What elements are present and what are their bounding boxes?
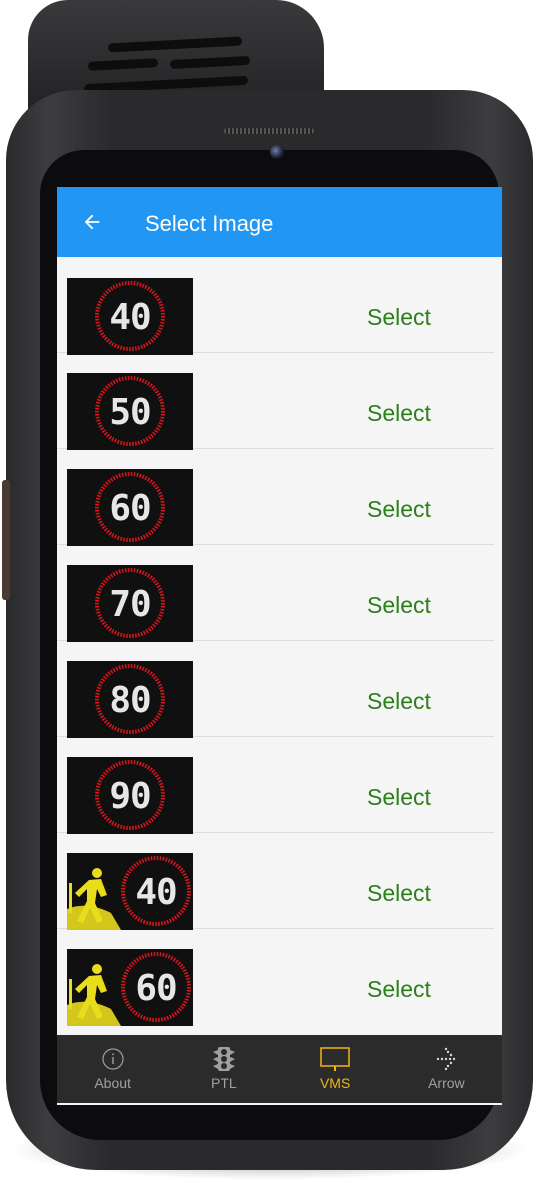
tab-label: VMS — [319, 1075, 351, 1091]
arrow-board-icon — [437, 1047, 456, 1071]
info-icon — [102, 1048, 124, 1070]
traffic-light-icon — [212, 1047, 235, 1071]
sign-graphic: 40 — [95, 281, 165, 351]
list-item[interactable]: 40 Select — [57, 257, 494, 355]
sign-number: 60 — [135, 968, 176, 1009]
tab-arrow[interactable]: Arrow — [391, 1035, 502, 1103]
list-item[interactable]: 40 Select — [57, 833, 494, 930]
list-item[interactable]: 50 Select — [57, 353, 494, 450]
image-list: 40 Select 50 Select 60 Select 70 Select 80 Select… — [57, 257, 502, 1026]
side-button — [2, 480, 10, 600]
sign-graphic: 70 — [95, 568, 165, 638]
page-title: Select Image — [145, 211, 274, 236]
sign-graphic: 40 — [67, 856, 191, 930]
select-button[interactable]: Select — [367, 400, 431, 427]
front-camera — [270, 145, 284, 159]
back-button[interactable] — [73, 203, 111, 241]
select-button[interactable]: Select — [367, 304, 431, 331]
sign-graphic: 90 — [95, 760, 165, 830]
list-item[interactable]: 70 Select — [57, 545, 494, 642]
screen: Select Image 40 Select 50 Select 60 Select 70 S… — [57, 187, 502, 1105]
roadworks-speed-sign-image: 60 — [67, 949, 193, 1026]
select-button[interactable]: Select — [367, 976, 431, 1003]
select-button[interactable]: Select — [367, 784, 431, 811]
sign-graphic: 80 — [95, 664, 165, 734]
sign-graphic: 50 — [95, 376, 165, 446]
tab-label: PTL — [211, 1075, 237, 1091]
speed-sign-image: 60 — [67, 469, 193, 546]
worker-figure-icon — [67, 868, 121, 930]
bottom-nav: About PTL VMS Arrow — [57, 1035, 502, 1103]
app-bar: Select Image — [57, 187, 502, 257]
select-button[interactable]: Select — [367, 688, 431, 715]
vms-board-icon — [320, 1047, 350, 1071]
list-item[interactable]: 60 Select — [57, 449, 494, 546]
worker-figure-icon — [67, 964, 121, 1026]
tab-ptl[interactable]: PTL — [168, 1035, 279, 1103]
list-item[interactable]: 60 Select — [57, 929, 494, 1026]
sign-number: 40 — [135, 872, 176, 913]
earpiece — [224, 128, 314, 134]
sign-number: 40 — [109, 297, 150, 338]
back-arrow-icon — [84, 214, 100, 230]
sign-number: 60 — [109, 488, 150, 529]
speed-sign-image: 90 — [67, 757, 193, 834]
list-item[interactable]: 80 Select — [57, 641, 494, 738]
speed-sign-image: 40 — [67, 278, 193, 355]
sign-number: 50 — [109, 392, 150, 433]
speed-sign-image: 80 — [67, 661, 193, 738]
list-item[interactable]: 90 Select — [57, 737, 494, 834]
select-button[interactable]: Select — [367, 496, 431, 523]
roadworks-speed-sign-image: 40 — [67, 853, 193, 930]
sign-number: 90 — [109, 776, 150, 817]
select-button[interactable]: Select — [367, 592, 431, 619]
sign-graphic: 60 — [95, 472, 165, 542]
select-button[interactable]: Select — [367, 880, 431, 907]
speed-sign-image: 50 — [67, 373, 193, 450]
sign-number: 70 — [109, 584, 150, 625]
tab-label: Arrow — [428, 1075, 465, 1091]
tab-vms[interactable]: VMS — [280, 1035, 391, 1103]
tab-about[interactable]: About — [57, 1035, 168, 1103]
speed-sign-image: 70 — [67, 565, 193, 642]
tab-label: About — [94, 1075, 131, 1091]
sign-graphic: 60 — [67, 952, 191, 1026]
sign-number: 80 — [109, 680, 150, 721]
